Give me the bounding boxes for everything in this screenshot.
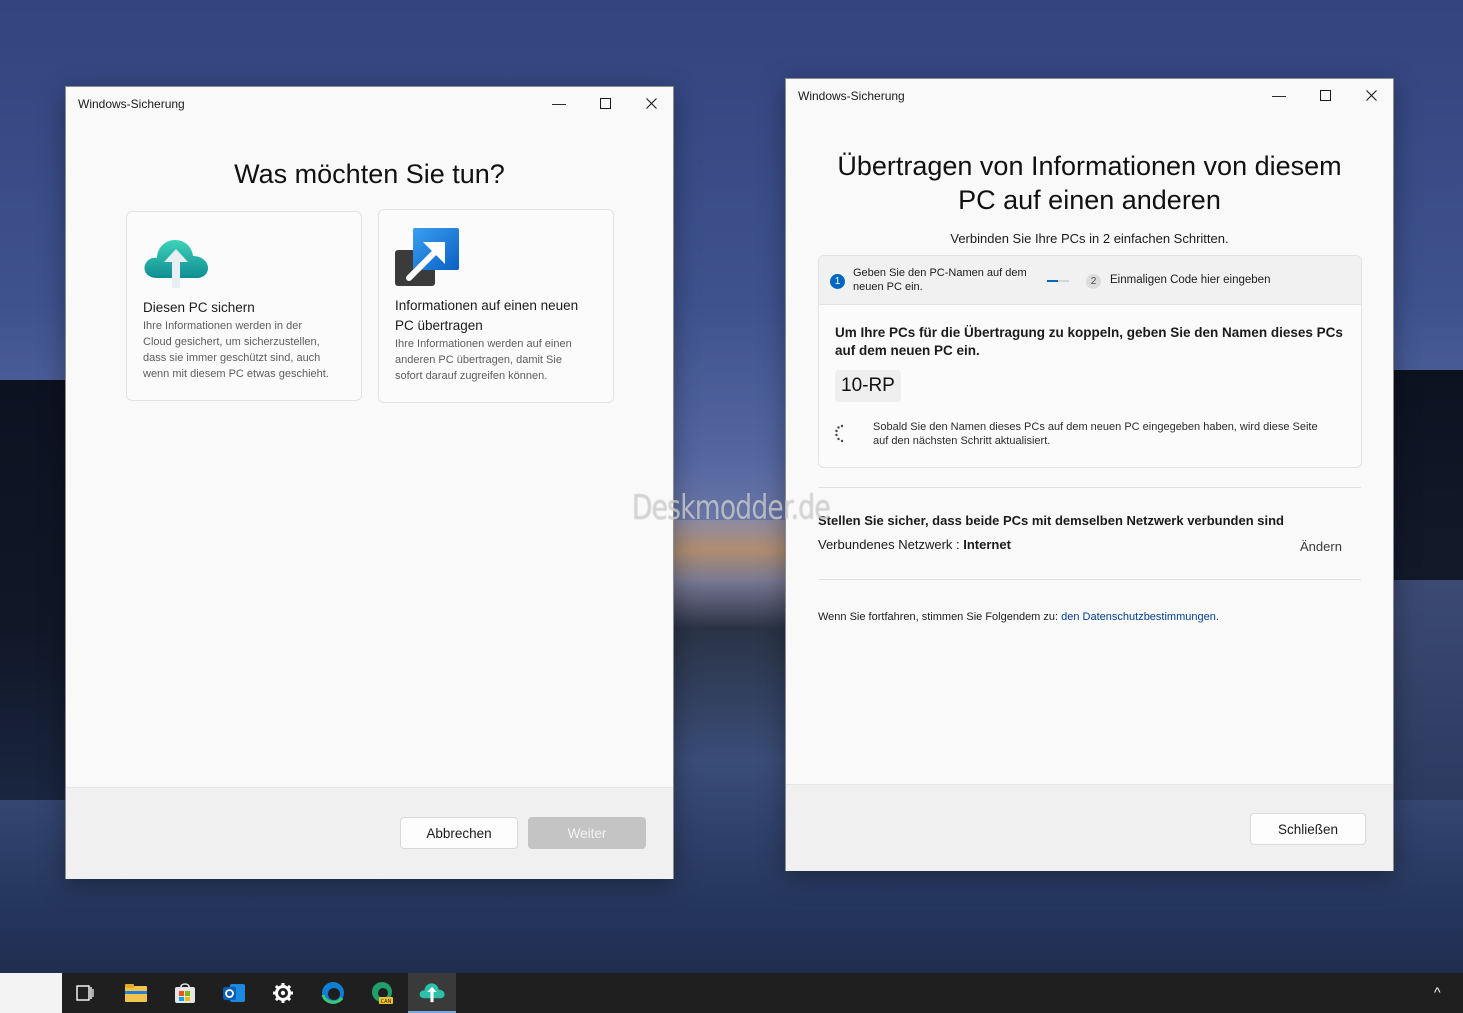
outlook-icon[interactable] (211, 973, 257, 1013)
page-title: Was möchten Sie tun? (234, 159, 505, 189)
taskbar: CAN ^ (0, 973, 1463, 1013)
desc-line: Ihre Informationen werden in der (143, 320, 302, 332)
pairing-panel: 1 Geben Sie den PC-Namen auf dem neuen P… (818, 255, 1362, 468)
maximize-button[interactable] (1310, 83, 1340, 107)
store-icon[interactable] (162, 973, 208, 1013)
folder-glyph (125, 984, 147, 1002)
close-icon (645, 97, 657, 109)
settings-icon[interactable] (260, 973, 306, 1013)
wallpaper-trees-left (0, 380, 70, 800)
desc-line: sofort darauf zugreifen können. (395, 370, 548, 382)
maximize-icon (599, 97, 611, 109)
maximize-icon (1319, 89, 1331, 101)
cancel-button[interactable]: Abbrechen (400, 817, 518, 849)
close-button[interactable] (636, 91, 666, 115)
instruction-line: Um Ihre PCs für die Übertragung zu koppe… (835, 325, 1343, 340)
title-line: Übertragen von Informationen von diesem (837, 151, 1342, 181)
title-line: Informationen auf einen neuen (395, 298, 579, 313)
backup-window-left: Windows-Sicherung — Was möchten Sie tun?… (65, 86, 674, 879)
dialog-footer: Schließen (786, 784, 1393, 871)
close-dialog-button[interactable]: Schließen (1250, 813, 1366, 845)
pc-name-display: 10-RP (835, 370, 901, 402)
desc-line: dass sie immer geschützt sind, auch (143, 352, 321, 364)
desc-line: Ihre Informationen werden auf einen (395, 338, 572, 350)
instruction-line: auf dem neuen PC ein. (835, 343, 980, 358)
title-line: PC übertragen (395, 318, 483, 333)
note-line: Sobald Sie den Namen dieses PCs auf dem … (873, 421, 1318, 433)
transfer-arrow-icon (395, 228, 459, 286)
wallpaper-horizon (673, 520, 785, 580)
next-button[interactable]: Weiter (528, 817, 646, 849)
backup-glyph (419, 983, 445, 1003)
step-label-line: Geben Sie den PC-Namen auf dem (853, 267, 1027, 279)
step-label-line: neuen PC ein. (853, 281, 923, 293)
title-line: PC auf einen anderen (958, 185, 1221, 215)
wallpaper-water (1393, 580, 1463, 800)
privacy-link[interactable]: den Datenschutzbestimmungen. (1061, 611, 1219, 623)
gear-glyph (273, 983, 293, 1003)
card-description: Ihre Informationen werden in der Cloud g… (143, 318, 329, 382)
edge-canary-icon[interactable]: CAN (359, 973, 405, 1013)
svg-text:CAN: CAN (381, 999, 392, 1005)
file-explorer-icon[interactable] (113, 973, 159, 1013)
edge-glyph (321, 982, 344, 1004)
step-progress-fill (1047, 280, 1058, 282)
edge-canary-glyph: CAN (372, 982, 393, 1005)
edge-icon[interactable] (310, 973, 356, 1013)
card-description: Ihre Informationen werden auf einen ande… (395, 336, 572, 384)
network-status: Verbundenes Netzwerk : Internet (818, 537, 1011, 552)
divider (818, 579, 1361, 580)
backup-window-right: Windows-Sicherung — Übertragen von Infor… (785, 78, 1394, 871)
watermark: Deskmodder.de (632, 488, 831, 528)
tray-overflow-icon[interactable]: ^ (1434, 984, 1441, 1000)
minimize-button[interactable]: — (544, 91, 574, 115)
desc-line: Cloud gesichert, um sicherzustellen, (143, 336, 320, 348)
dialog-footer: Abbrechen Weiter (66, 787, 673, 879)
network-heading: Stellen Sie sicher, dass beide PCs mit d… (818, 513, 1284, 528)
windows-backup-icon[interactable] (408, 973, 456, 1013)
card-title: Diesen PC sichern (143, 300, 255, 315)
step-2-badge: 2 (1086, 274, 1101, 289)
page-title: Übertragen von Informationen von diesem … (806, 149, 1373, 217)
note-line: auf den nächsten Schritt aktualisiert. (873, 435, 1051, 447)
step-1-badge: 1 (830, 274, 845, 289)
loading-spinner-icon (835, 424, 844, 443)
maximize-button[interactable] (590, 91, 620, 115)
minimize-button[interactable]: — (1264, 83, 1294, 107)
pairing-note: Sobald Sie den Namen dieses PCs auf dem … (873, 420, 1353, 448)
desc-line: wenn mit diesem PC etwas geschieht. (143, 368, 329, 380)
step-2-label: Einmaligen Code hier eingeben (1110, 274, 1271, 286)
network-value: Internet (963, 537, 1011, 552)
step-indicator: 1 Geben Sie den PC-Namen auf dem neuen P… (819, 256, 1361, 305)
cloud-upload-icon (144, 240, 208, 288)
close-icon (1365, 89, 1377, 101)
close-button[interactable] (1356, 83, 1386, 107)
taskbar-search[interactable] (0, 973, 62, 1013)
pairing-instruction: Um Ihre PCs für die Übertragung zu koppe… (835, 324, 1350, 360)
transfer-info-card[interactable]: Informationen auf einen neuen PC übertra… (378, 209, 614, 403)
change-network-link[interactable]: Ändern (1300, 539, 1342, 554)
desc-line: anderen PC übertragen, damit Sie (395, 354, 562, 366)
card-title: Informationen auf einen neuen PC übertra… (395, 296, 578, 336)
task-view-icon[interactable] (62, 973, 108, 1013)
step-1-label: Geben Sie den PC-Namen auf dem neuen PC … (853, 266, 1027, 294)
store-glyph (175, 983, 195, 1003)
network-label: Verbundenes Netzwerk : (818, 537, 964, 552)
privacy-notice: Wenn Sie fortfahren, stimmen Sie Folgend… (818, 611, 1219, 623)
title-bar: Windows-Sicherung — (66, 87, 673, 119)
divider (818, 487, 1361, 488)
privacy-text: Wenn Sie fortfahren, stimmen Sie Folgend… (818, 611, 1062, 623)
task-view-glyph (76, 985, 94, 1001)
page-subtitle: Verbinden Sie Ihre PCs in 2 einfachen Sc… (950, 231, 1229, 246)
window-title: Windows-Sicherung (798, 89, 905, 103)
backup-pc-card[interactable]: Diesen PC sichern Ihre Informationen wer… (126, 211, 362, 401)
window-title: Windows-Sicherung (78, 97, 185, 111)
outlook-glyph (223, 984, 245, 1002)
step-progress-track (1047, 280, 1069, 282)
title-bar: Windows-Sicherung — (786, 79, 1393, 111)
wallpaper-trees-right (1393, 370, 1463, 580)
